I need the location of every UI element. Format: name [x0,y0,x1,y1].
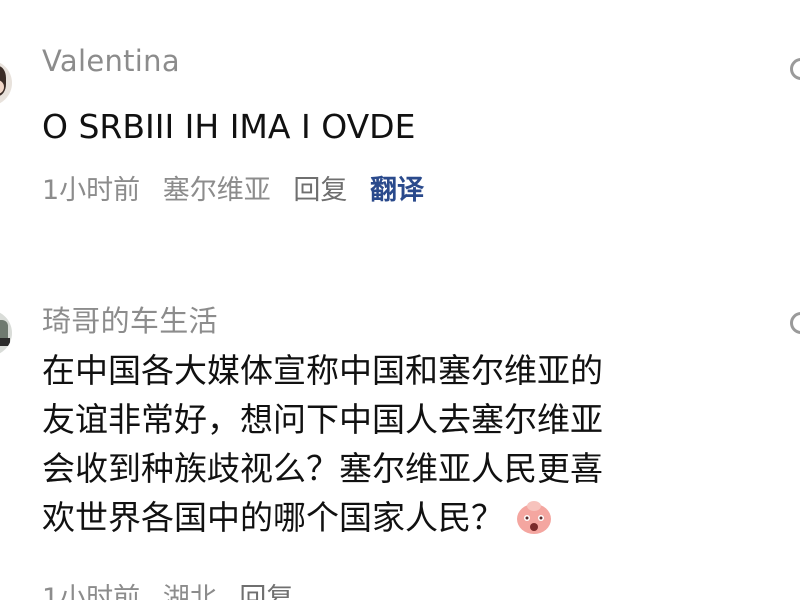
comment-text-line: 会收到种族歧视么？塞尔维亚人民更喜 [42,449,603,488]
comment-text-line: 在中国各大媒体宣称中国和塞尔维亚的 [42,351,603,390]
reply-button[interactable]: 回复 [239,583,293,600]
translate-button[interactable]: 翻译 [370,175,424,206]
user-avatar-icon[interactable] [0,60,12,106]
user-avatar-icon[interactable] [0,310,12,356]
crying-face-emoji-icon [517,501,551,534]
comment-meta: 1小时前 塞尔维亚 回复 翻译 [42,168,438,207]
reply-button[interactable]: 回复 [293,175,347,206]
comment-text: O SRBIII IH IMA I OVDE [42,102,415,151]
comment-location: 塞尔维亚 [162,175,271,206]
comment-feed: Valentina O SRBIII IH IMA I OVDE 1小时前 塞尔… [0,0,800,600]
username[interactable]: Valentina [42,44,180,78]
comment-text-line: 友谊非常好，想问下中国人去塞尔维亚 [42,400,603,439]
comment-time: 1小时前 [42,175,141,206]
comment-location: 湖北 [162,583,217,600]
comment-text-line: O SRBIII IH IMA I OVDE [42,107,416,146]
comment-text-segment: 欢世界各国中的哪个国家人民？ [42,498,504,537]
comment-text-line: 欢世界各国中的哪个国家人民？ [42,493,603,542]
comment-meta: 1小时前 湖北 回复 [42,576,307,600]
comment-text: 在中国各大媒体宣称中国和塞尔维亚的 友谊非常好，想问下中国人去塞尔维亚 会收到种… [42,346,603,542]
comment-time: 1小时前 [42,583,141,600]
more-options-icon[interactable] [790,312,800,334]
more-options-icon[interactable] [790,58,800,80]
username[interactable]: 琦哥的车生活 [42,298,218,340]
